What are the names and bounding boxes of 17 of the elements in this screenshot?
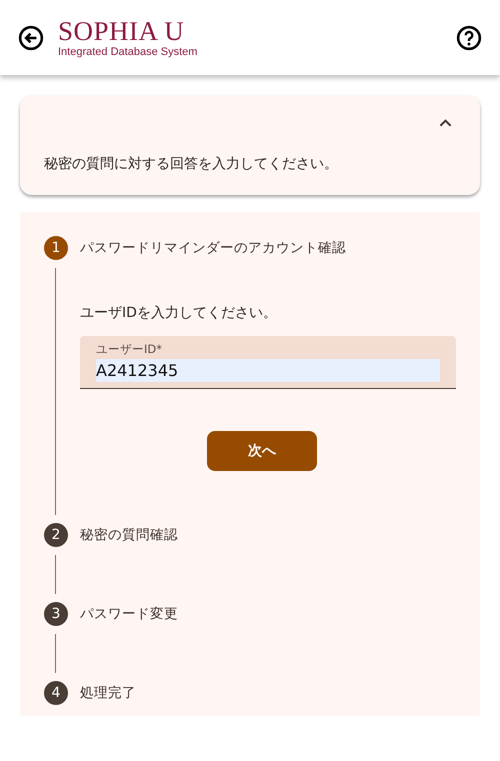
step-number: 3 [44,602,68,626]
logo-subtitle: Integrated Database System [58,46,198,58]
next-button[interactable]: 次へ [207,431,317,471]
step-label[interactable]: 処理完了 [80,684,136,702]
step-number: 4 [44,681,68,705]
step-label[interactable]: 秘密の質問確認 [80,526,178,544]
step-number: 1 [44,236,68,260]
back-icon[interactable] [18,24,44,50]
logo-title: SOPHIA U [58,18,186,44]
step-label[interactable]: パスワードリマインダーのアカウント確認 [80,239,346,257]
user-id-field[interactable]: ユーザーID* A2412345 [80,336,456,389]
chevron-up-icon[interactable] [439,118,452,127]
info-message: 秘密の質問に対する回答を入力してください。 [44,155,339,173]
step-label[interactable]: パスワード変更 [80,605,178,623]
help-icon[interactable] [456,24,482,50]
instruction-text: ユーザIDを入力してください。 [80,304,278,322]
step-number: 2 [44,523,68,547]
